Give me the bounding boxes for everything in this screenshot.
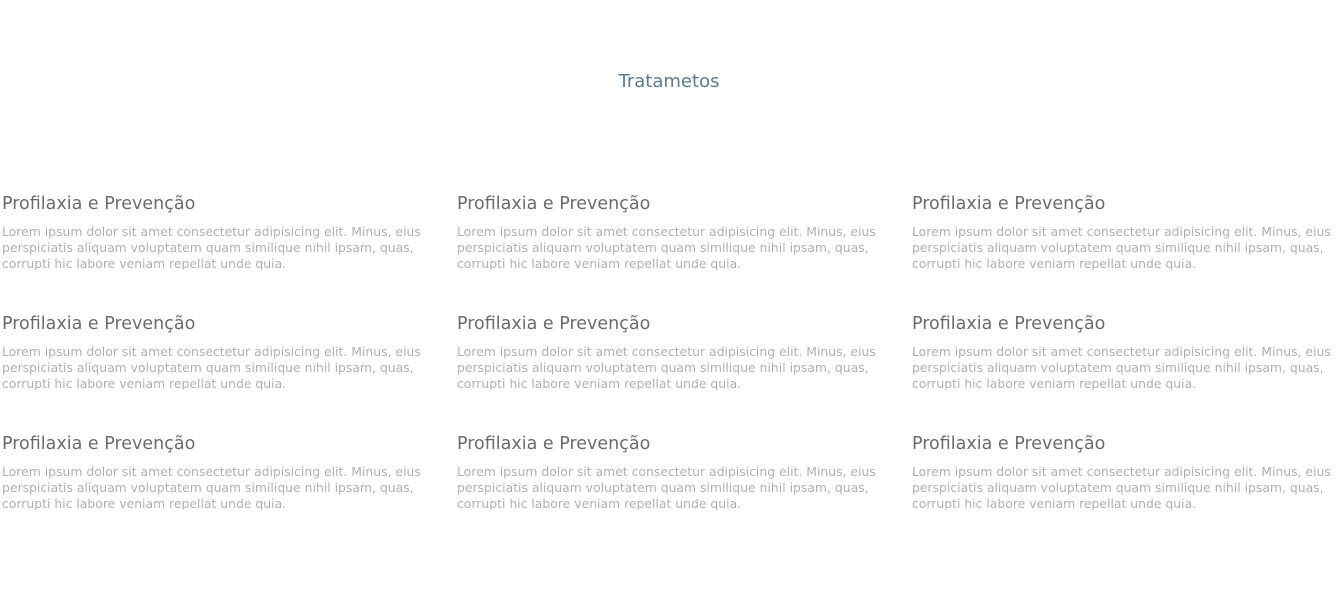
treatment-description: Lorem ipsum dolor sit amet consectetur a… xyxy=(457,344,876,390)
treatment-description: Lorem ipsum dolor sit amet consectetur a… xyxy=(912,464,1331,510)
treatment-card: Profilaxia e Prevenção Lorem ipsum dolor… xyxy=(2,193,432,270)
treatment-description: Lorem ipsum dolor sit amet consectetur a… xyxy=(457,224,876,270)
treatment-card: Profilaxia e Prevenção Lorem ipsum dolor… xyxy=(912,313,1338,390)
treatments-section: Tratametos Profilaxia e Prevenção Lorem … xyxy=(0,0,1338,613)
treatment-title: Profilaxia e Prevenção xyxy=(457,314,651,334)
treatment-card: Profilaxia e Prevenção Lorem ipsum dolor… xyxy=(912,193,1338,270)
treatment-description: Lorem ipsum dolor sit amet consectetur a… xyxy=(2,224,421,270)
treatment-title: Profilaxia e Prevenção xyxy=(457,434,651,454)
treatment-card: Profilaxia e Prevenção Lorem ipsum dolor… xyxy=(2,313,432,390)
treatment-title: Profilaxia e Prevenção xyxy=(457,194,651,214)
treatment-description: Lorem ipsum dolor sit amet consectetur a… xyxy=(912,344,1331,390)
treatment-title: Profilaxia e Prevenção xyxy=(912,434,1106,454)
treatments-grid: Profilaxia e Prevenção Lorem ipsum dolor… xyxy=(2,193,1336,510)
treatment-description: Lorem ipsum dolor sit amet consectetur a… xyxy=(2,464,421,510)
treatment-title: Profilaxia e Prevenção xyxy=(2,194,196,214)
treatment-title: Profilaxia e Prevenção xyxy=(2,434,196,454)
treatment-card: Profilaxia e Prevenção Lorem ipsum dolor… xyxy=(2,433,432,510)
treatment-description: Lorem ipsum dolor sit amet consectetur a… xyxy=(2,344,421,390)
treatment-card: Profilaxia e Prevenção Lorem ipsum dolor… xyxy=(457,193,887,270)
section-title: Tratametos xyxy=(618,71,720,92)
treatment-title: Profilaxia e Prevenção xyxy=(912,314,1106,334)
treatment-card: Profilaxia e Prevenção Lorem ipsum dolor… xyxy=(457,313,887,390)
treatment-description: Lorem ipsum dolor sit amet consectetur a… xyxy=(457,464,876,510)
treatment-card: Profilaxia e Prevenção Lorem ipsum dolor… xyxy=(457,433,887,510)
treatment-title: Profilaxia e Prevenção xyxy=(2,314,196,334)
treatment-description: Lorem ipsum dolor sit amet consectetur a… xyxy=(912,224,1331,270)
treatment-title: Profilaxia e Prevenção xyxy=(912,194,1106,214)
treatment-card: Profilaxia e Prevenção Lorem ipsum dolor… xyxy=(912,433,1338,510)
